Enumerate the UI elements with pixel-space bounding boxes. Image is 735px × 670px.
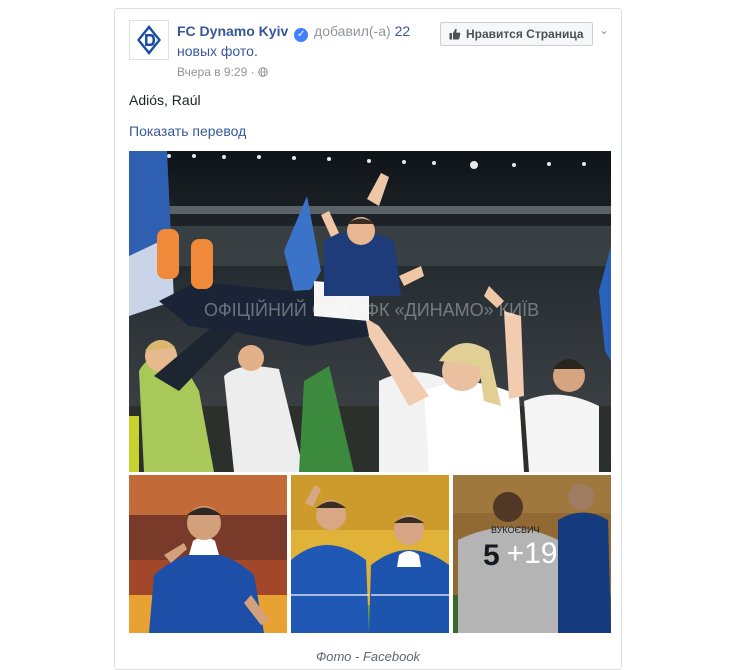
globe-icon bbox=[258, 67, 268, 77]
photo-thumbnail-2[interactable] bbox=[291, 475, 449, 633]
dynamo-logo-icon bbox=[137, 25, 161, 55]
main-photo[interactable]: ОФІЦІЙНИЙ САЙТ ФК «ДИНАМО» КИЇВ bbox=[129, 151, 611, 472]
more-photos-count[interactable]: +19 bbox=[453, 475, 611, 633]
post-meta: Вчера в 9:29 · bbox=[177, 65, 268, 79]
photo-watermark: ОФІЦІЙНИЙ САЙТ ФК «ДИНАМО» КИЇВ bbox=[204, 299, 539, 320]
celebration-photo: ОФІЦІЙНИЙ САЙТ ФК «ДИНАМО» КИЇВ bbox=[129, 151, 611, 472]
action-text: добавил(-а) bbox=[314, 23, 391, 39]
photo-caption: Фото - Facebook bbox=[315, 649, 421, 664]
photo-thumbnail-3[interactable]: ВУКОЄВИЧ 5 +19 bbox=[453, 475, 611, 633]
post-header: FC Dynamo Kyiv ✓ добавил(-а) 22 новых фо… bbox=[177, 22, 427, 61]
coach-photo bbox=[129, 475, 287, 633]
thumbs-up-icon bbox=[449, 28, 461, 40]
new-photos-link[interactable]: новых фото. bbox=[177, 43, 258, 59]
coaches-photo bbox=[291, 475, 449, 633]
photo-count[interactable]: 22 bbox=[395, 23, 411, 39]
meta-separator: · bbox=[250, 65, 255, 79]
like-page-label: Нравится Страница bbox=[466, 27, 584, 41]
verified-badge-icon: ✓ bbox=[294, 28, 309, 42]
show-translation-link[interactable]: Показать перевод bbox=[129, 123, 246, 139]
post-options-chevron-icon[interactable]: ⌄ bbox=[599, 23, 609, 37]
post-timestamp[interactable]: Вчера в 9:29 bbox=[177, 65, 247, 79]
post-message: Adiós, Raúl bbox=[129, 92, 201, 108]
page-name-link[interactable]: FC Dynamo Kyiv bbox=[177, 23, 288, 39]
page-avatar[interactable] bbox=[129, 20, 169, 60]
like-page-button[interactable]: Нравится Страница bbox=[440, 22, 593, 46]
facebook-post-card: FC Dynamo Kyiv ✓ добавил(-а) 22 новых фо… bbox=[114, 8, 622, 670]
photo-thumbnail-1[interactable] bbox=[129, 475, 287, 633]
